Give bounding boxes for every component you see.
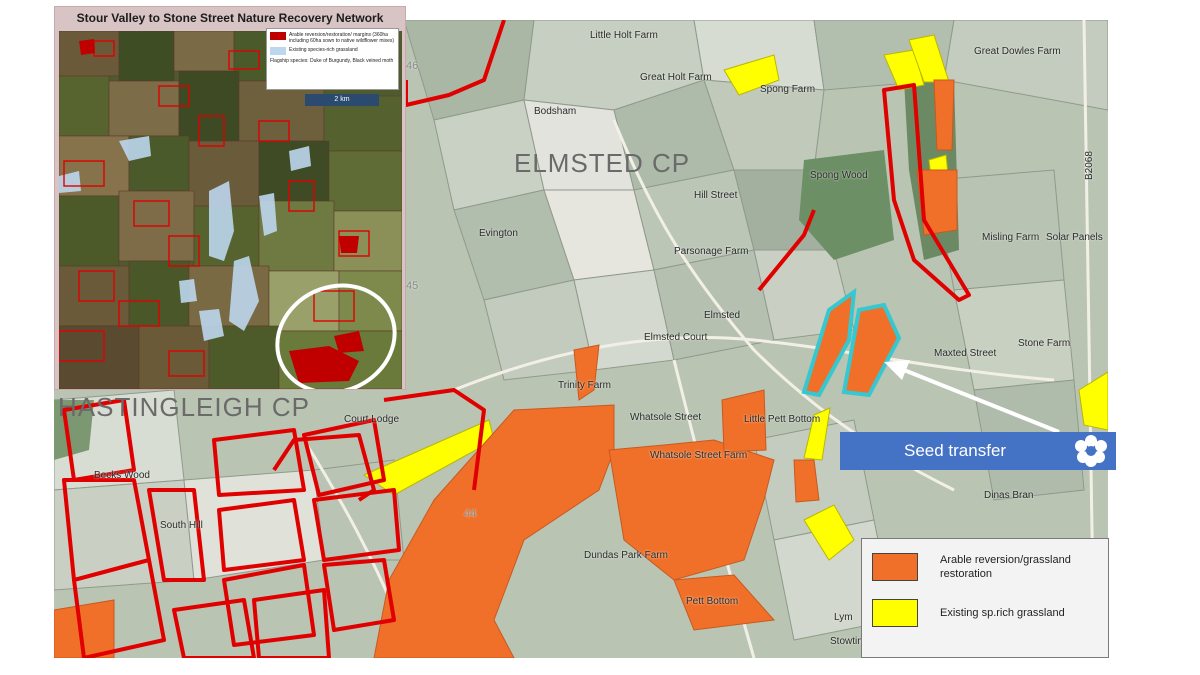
label-lym: Lym [834,612,853,623]
label-court-lodge: Court Lodge [344,414,400,425]
inset-legend: Arable reversion/restoration/ margins (3… [266,28,399,90]
legend-swatch-orange [872,553,918,581]
seed-transfer-label: Seed transfer [904,441,1007,460]
label-spong-farm: Spong Farm [760,84,816,95]
grid-label-45: 45 [406,280,419,292]
label-trinity-farm: Trinity Farm [558,380,611,391]
label-spong-wood: Spong Wood [810,170,868,181]
label-whatsole-street: Whatsole Street [630,412,702,423]
label-pett-bottom: Pett Bottom [686,596,739,607]
grid-label-44: 44 [464,508,477,520]
label-little-holt-farm: Little Holt Farm [590,30,658,41]
inset-legend-label-restoration: Arable reversion/restoration/ margins (3… [289,32,395,44]
legend-row-grassland: Existing sp.rich grassland [872,599,1100,627]
label-dinas-bran: Dinas Bran [984,490,1034,501]
inset-legend-label-grassland: Existing species-rich grassland [289,47,358,53]
label-elmsted-court: Elmsted Court [644,332,708,343]
label-hill-street: Hill Street [694,190,738,201]
legend-swatch-yellow [872,599,918,627]
grid-label-46: 46 [406,60,419,72]
label-elmsted: Elmsted [704,310,741,321]
flower-icon [1075,435,1107,467]
label-dundas-park-farm: Dundas Park Farm [584,550,668,561]
label-solar-panels: Solar Panels [1046,232,1103,243]
label-great-dowles-farm: Great Dowles Farm [974,46,1061,57]
label-evington: Evington [479,228,518,239]
label-whatsole-street-farm: Whatsole Street Farm [650,450,748,461]
inset-legend-swatch-red [270,32,286,40]
inset-scale-bar: 2 km [305,94,379,106]
seed-transfer-banner: Seed transfer [840,432,1116,470]
label-elmsted-cp: ELMSTED CP [514,148,691,178]
label-south-hill: South Hill [160,520,203,531]
label-maxted-street: Maxted Street [934,348,997,359]
label-bodsham: Bodsham [534,106,577,117]
map-legend: Arable reversion/grassland restoration E… [861,538,1109,658]
label-great-holt-farm: Great Holt Farm [640,72,712,83]
legend-label-restoration: Arable reversion/grassland restoration [940,554,1071,580]
inset-legend-row-grassland: Existing species-rich grassland [270,47,395,55]
label-hastingleigh-cp: HASTINGLEIGH CP [58,392,310,422]
label-little-pett-bottom: Little Pett Bottom [744,414,821,425]
inset-legend-swatch-blue [270,47,286,55]
label-road-b2068: B2068 [1084,151,1095,180]
label-stone-farm: Stone Farm [1018,338,1071,349]
legend-row-restoration: Arable reversion/grassland restoration [872,553,1100,581]
label-misling-farm: Misling Farm [982,232,1040,243]
inset-legend-row-restoration: Arable reversion/restoration/ margins (3… [270,32,395,44]
label-parsonage-farm: Parsonage Farm [674,246,749,257]
legend-label-grassland: Existing sp.rich grassland [940,607,1065,619]
inset-legend-flagship: Flagship species: Duke of Burgundy, Blac… [270,58,394,64]
label-becks-wood: Becks Wood [94,470,150,481]
